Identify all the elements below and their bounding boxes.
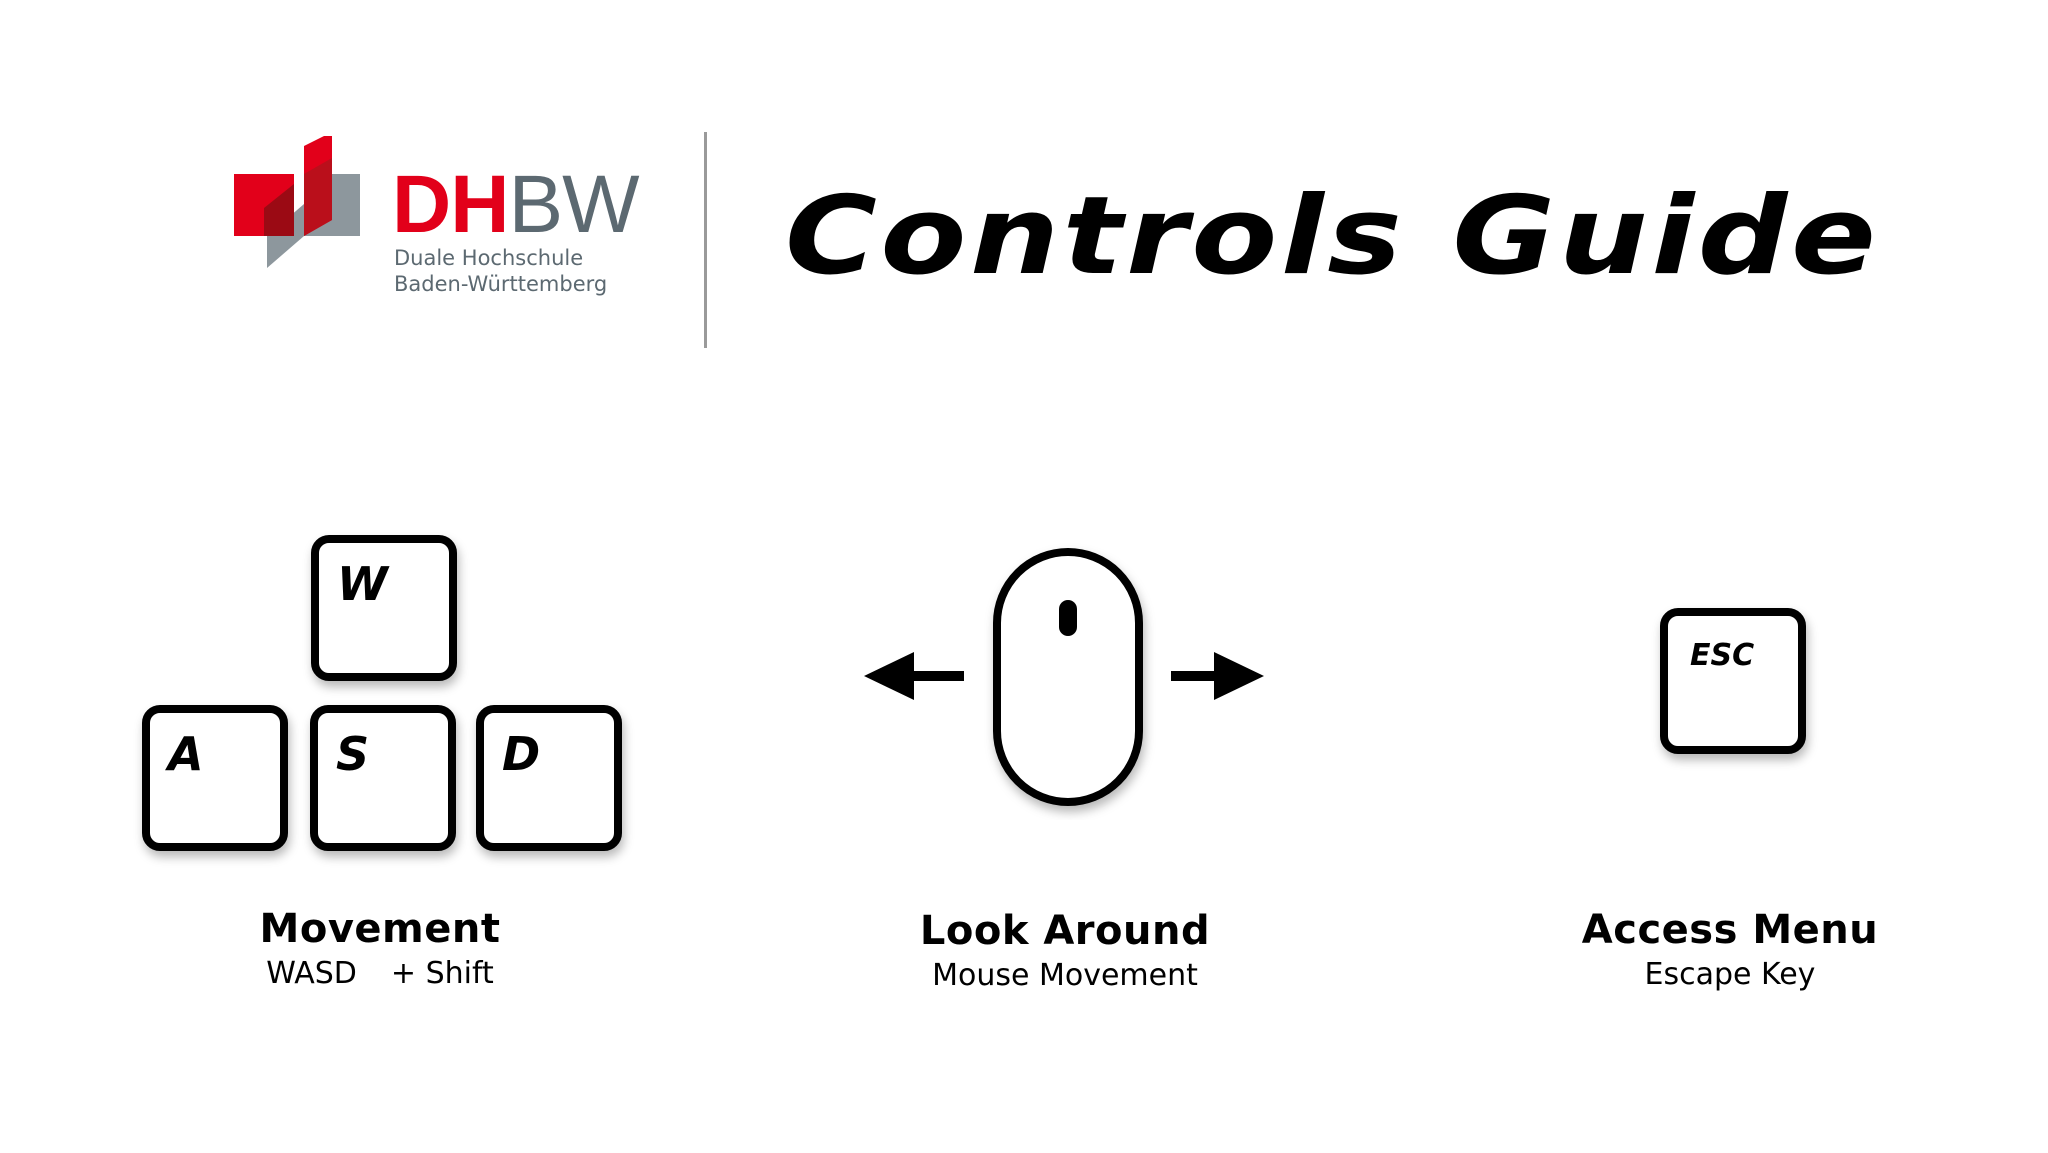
dhbw-logo-mark-icon xyxy=(234,136,360,268)
movement-subtitle-keys: WASD xyxy=(266,956,357,991)
key-w-label: W xyxy=(337,557,388,611)
key-d-label: D xyxy=(502,727,541,781)
key-s-label: S xyxy=(336,727,370,781)
mouse-graphic xyxy=(864,548,1264,806)
arrow-right-icon xyxy=(1171,652,1264,700)
key-w: W xyxy=(311,535,457,681)
dhbw-logo: DHBW Duale Hochschule Baden-Württemberg xyxy=(232,136,640,306)
look-around-title: Look Around xyxy=(919,908,1211,954)
arrow-left-icon xyxy=(864,652,964,700)
key-a-label: A xyxy=(168,727,204,781)
logo-subtitle-line2: Baden-Württemberg xyxy=(394,272,608,296)
key-d: D xyxy=(476,705,622,851)
key-esc: ESC xyxy=(1660,608,1806,754)
logo-wordmark: DHBW xyxy=(392,164,640,246)
movement-title: Movement xyxy=(259,906,501,952)
logo-wordmark-bw: BW xyxy=(508,159,639,250)
access-menu-title: Access Menu xyxy=(1581,907,1879,953)
access-menu-subtitle: Escape Key xyxy=(1644,957,1816,992)
key-a: A xyxy=(142,705,288,851)
mouse-icon xyxy=(993,548,1143,806)
key-s: S xyxy=(310,705,456,851)
key-esc-label: ESC xyxy=(1690,638,1755,673)
movement-subtitle-modifier: + Shift xyxy=(390,956,494,991)
header-divider xyxy=(704,132,707,348)
look-around-subtitle: Mouse Movement xyxy=(932,958,1198,993)
movement-subtitle: WASD + Shift xyxy=(180,956,580,992)
logo-wordmark-dh: DH xyxy=(392,159,509,250)
logo-subtitle-line1: Duale Hochschule xyxy=(394,246,584,270)
page-title: Controls Guide xyxy=(785,174,1880,299)
